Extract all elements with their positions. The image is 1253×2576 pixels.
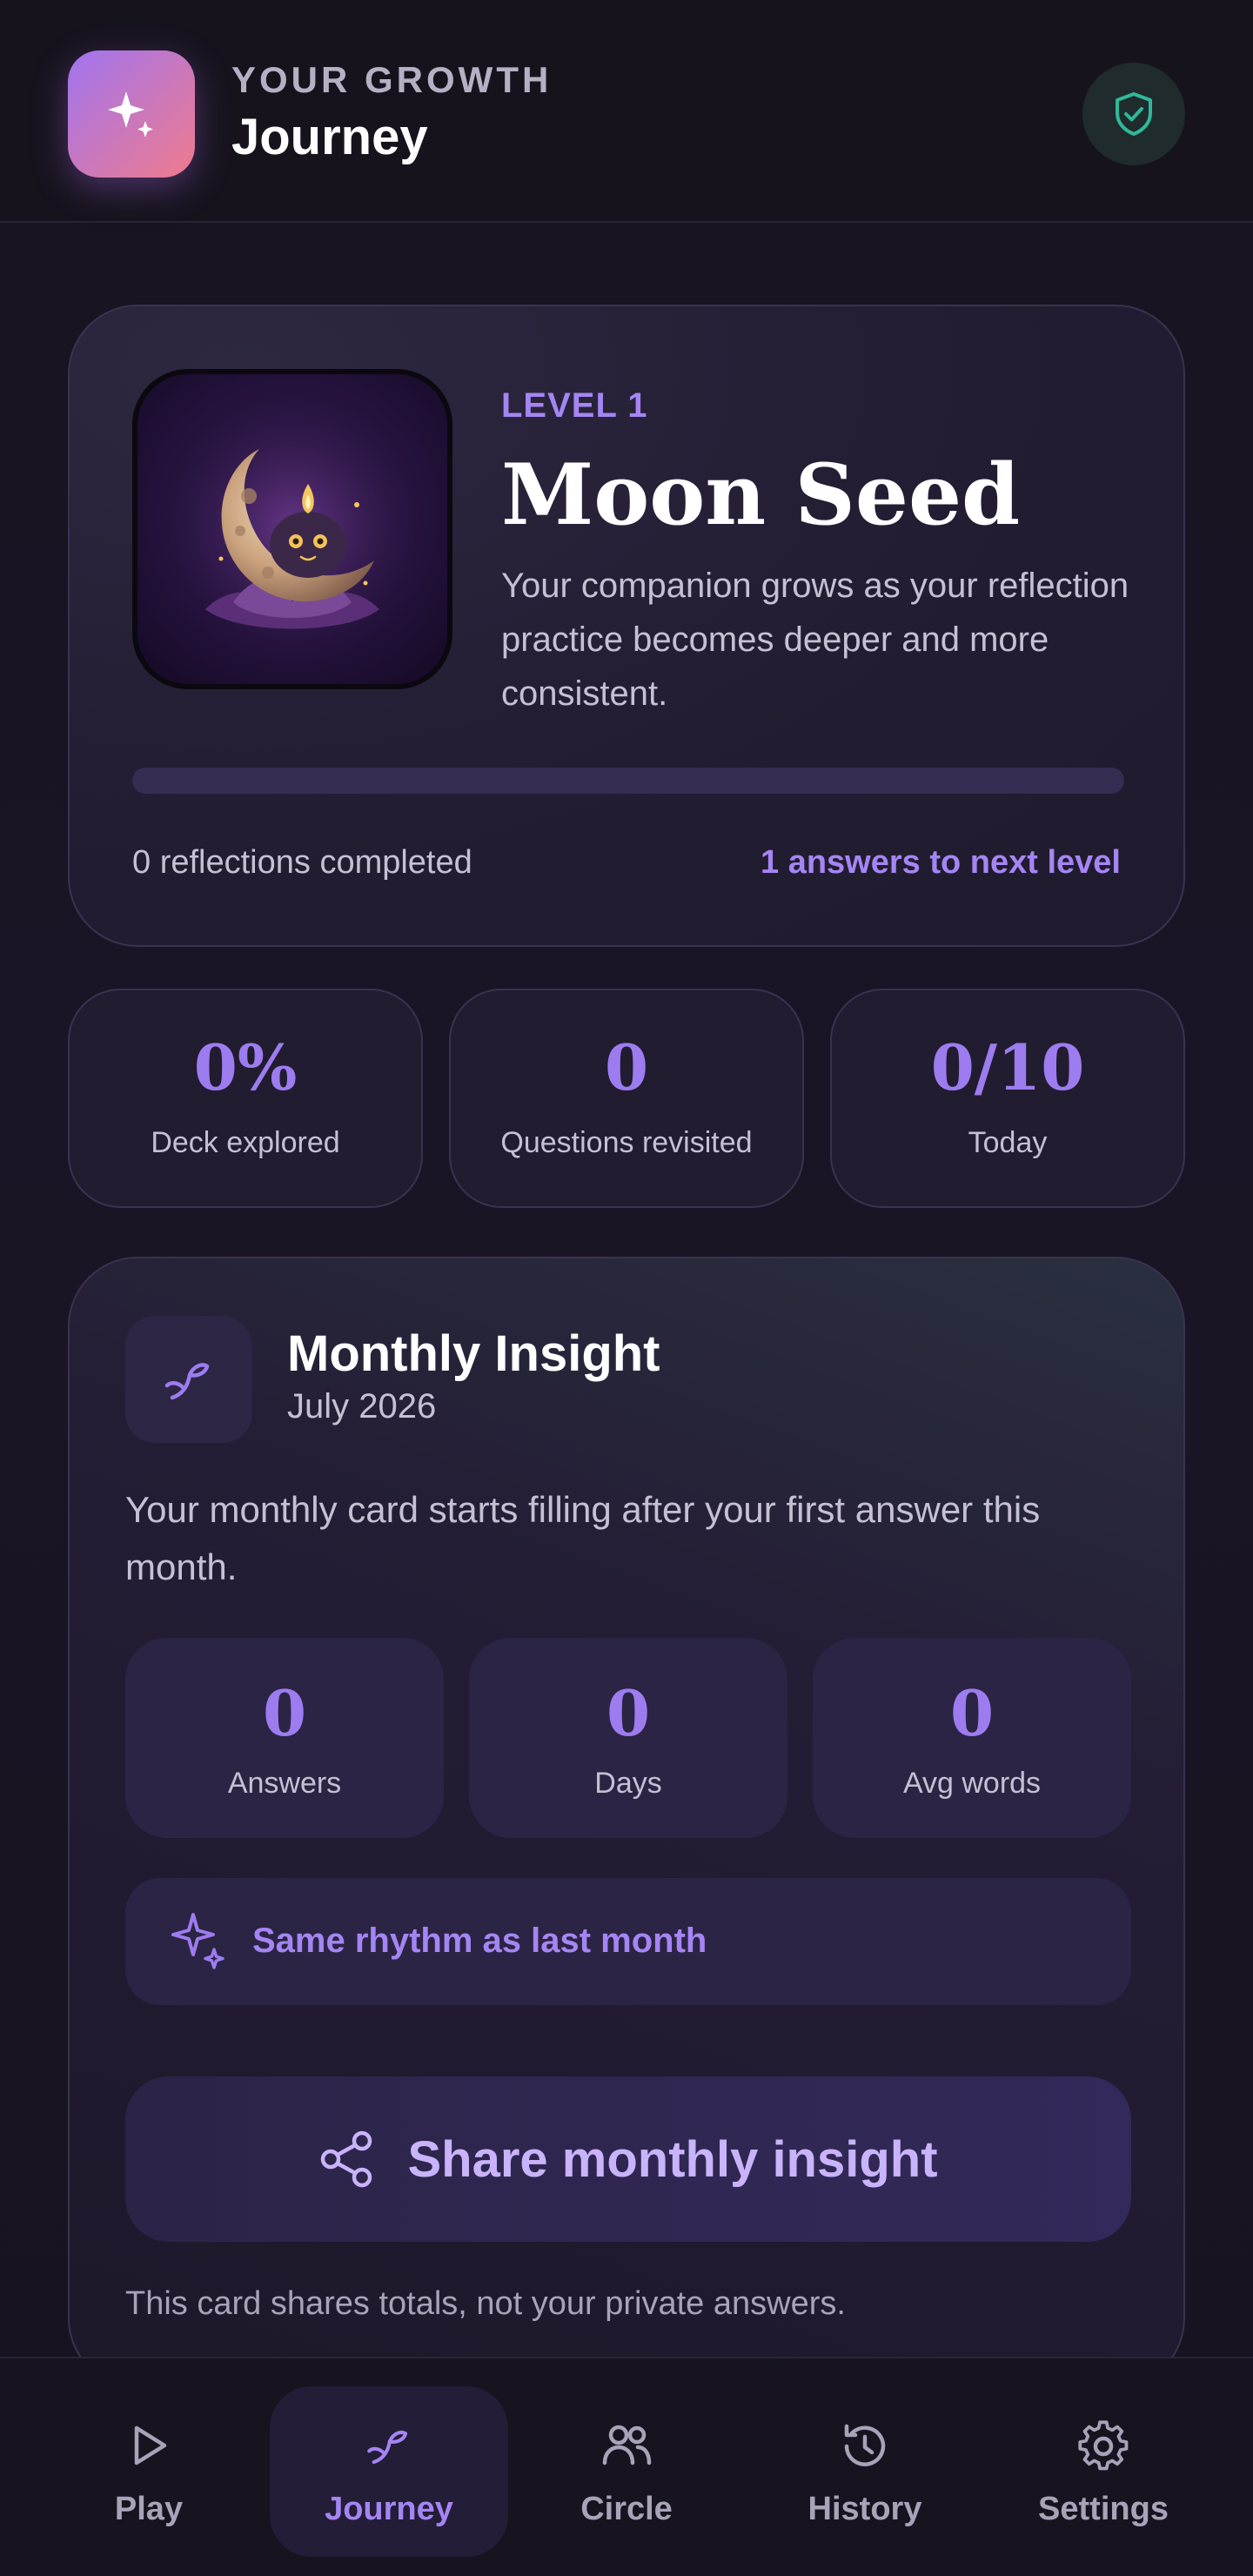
companion-card: LEVEL 1 Moon Seed Your companion grows a… bbox=[68, 305, 1185, 947]
metric-avg-words: 0 Avg words bbox=[813, 1638, 1131, 1838]
reflections-count: 0 reflections completed bbox=[132, 844, 472, 881]
sprout-icon bbox=[164, 1363, 210, 1400]
share-icon bbox=[321, 2130, 372, 2188]
nav-play[interactable]: Play bbox=[30, 2386, 268, 2557]
nav-journey[interactable]: Journey bbox=[270, 2386, 508, 2557]
header-eyebrow: YOUR GROWTH bbox=[231, 59, 553, 100]
stat-label: Today bbox=[968, 1126, 1048, 1159]
metric-label: Avg words bbox=[902, 1767, 1042, 1800]
moon-seed-illustration bbox=[153, 390, 432, 668]
shield-check-icon bbox=[1116, 92, 1152, 136]
users-icon bbox=[602, 2425, 652, 2465]
app-header: YOUR GROWTH Journey bbox=[0, 0, 1253, 223]
rhythm-comparison: Same rhythm as last month bbox=[125, 1878, 1131, 2005]
stat-label: Deck explored bbox=[151, 1126, 340, 1159]
nav-label: Play bbox=[114, 2491, 184, 2527]
level-label: LEVEL 1 bbox=[501, 386, 648, 425]
app-logo bbox=[68, 50, 195, 178]
level-progress-bar bbox=[132, 768, 1124, 794]
bottom-navigation: Play Journey Circle History Settings bbox=[0, 2357, 1253, 2576]
stat-value: 0/10 bbox=[930, 1030, 1085, 1104]
stat-deck-explored: 0% Deck explored bbox=[68, 989, 423, 1208]
share-insight-button[interactable]: Share monthly insight bbox=[125, 2076, 1131, 2242]
stat-questions-revisited: 0 Questions revisited bbox=[449, 989, 804, 1208]
stat-value: 0% bbox=[193, 1030, 298, 1104]
metric-label: Days bbox=[594, 1767, 662, 1800]
companion-image bbox=[132, 369, 452, 689]
companion-name: Moon Seed bbox=[501, 446, 1021, 544]
metric-label: Answers bbox=[227, 1767, 342, 1800]
privacy-shield-button[interactable] bbox=[1082, 63, 1185, 165]
stat-value: 0 bbox=[604, 1030, 649, 1104]
metric-value: 0 bbox=[949, 1676, 995, 1750]
nav-label: Settings bbox=[1038, 2491, 1169, 2527]
nav-label: Journey bbox=[325, 2491, 453, 2527]
share-button-label: Share monthly insight bbox=[407, 2130, 938, 2188]
insight-title: Monthly Insight bbox=[287, 1325, 660, 1382]
sparkle-icon bbox=[171, 1913, 224, 1969]
stat-label: Questions revisited bbox=[500, 1126, 753, 1159]
sprout-icon bbox=[367, 2430, 408, 2465]
next-level-hint: 1 answers to next level bbox=[761, 844, 1121, 881]
sparkles-icon bbox=[108, 91, 153, 138]
nav-label: Circle bbox=[580, 2491, 673, 2527]
metric-value: 0 bbox=[262, 1676, 307, 1750]
insight-description: Your monthly card starts filling after y… bbox=[125, 1489, 1041, 1587]
nav-label: History bbox=[807, 2491, 922, 2527]
stat-today: 0/10 Today bbox=[830, 989, 1185, 1208]
metric-days: 0 Days bbox=[469, 1638, 787, 1838]
insight-date: July 2026 bbox=[287, 1387, 437, 1426]
privacy-footnote: This card shares totals, not your privat… bbox=[125, 2285, 846, 2322]
metric-answers: 0 Answers bbox=[125, 1638, 444, 1838]
nav-circle[interactable]: Circle bbox=[507, 2386, 746, 2557]
gear-icon bbox=[1078, 2420, 1129, 2471]
companion-description: Your companion grows as your reflection … bbox=[501, 567, 1129, 713]
play-icon bbox=[134, 2425, 167, 2465]
journey-screen: YOUR GROWTH Journey LEVEL 1 Moon Seed Yo… bbox=[0, 0, 1253, 2576]
insight-icon-box bbox=[125, 1316, 252, 1443]
rhythm-text: Same rhythm as last month bbox=[252, 1922, 707, 1960]
history-icon bbox=[844, 2424, 886, 2466]
nav-history[interactable]: History bbox=[746, 2386, 984, 2557]
metric-value: 0 bbox=[606, 1676, 651, 1750]
monthly-insight-card: Monthly Insight July 2026 Your monthly c… bbox=[68, 1257, 1185, 2388]
page-title: Journey bbox=[231, 109, 428, 165]
nav-settings[interactable]: Settings bbox=[984, 2386, 1223, 2557]
